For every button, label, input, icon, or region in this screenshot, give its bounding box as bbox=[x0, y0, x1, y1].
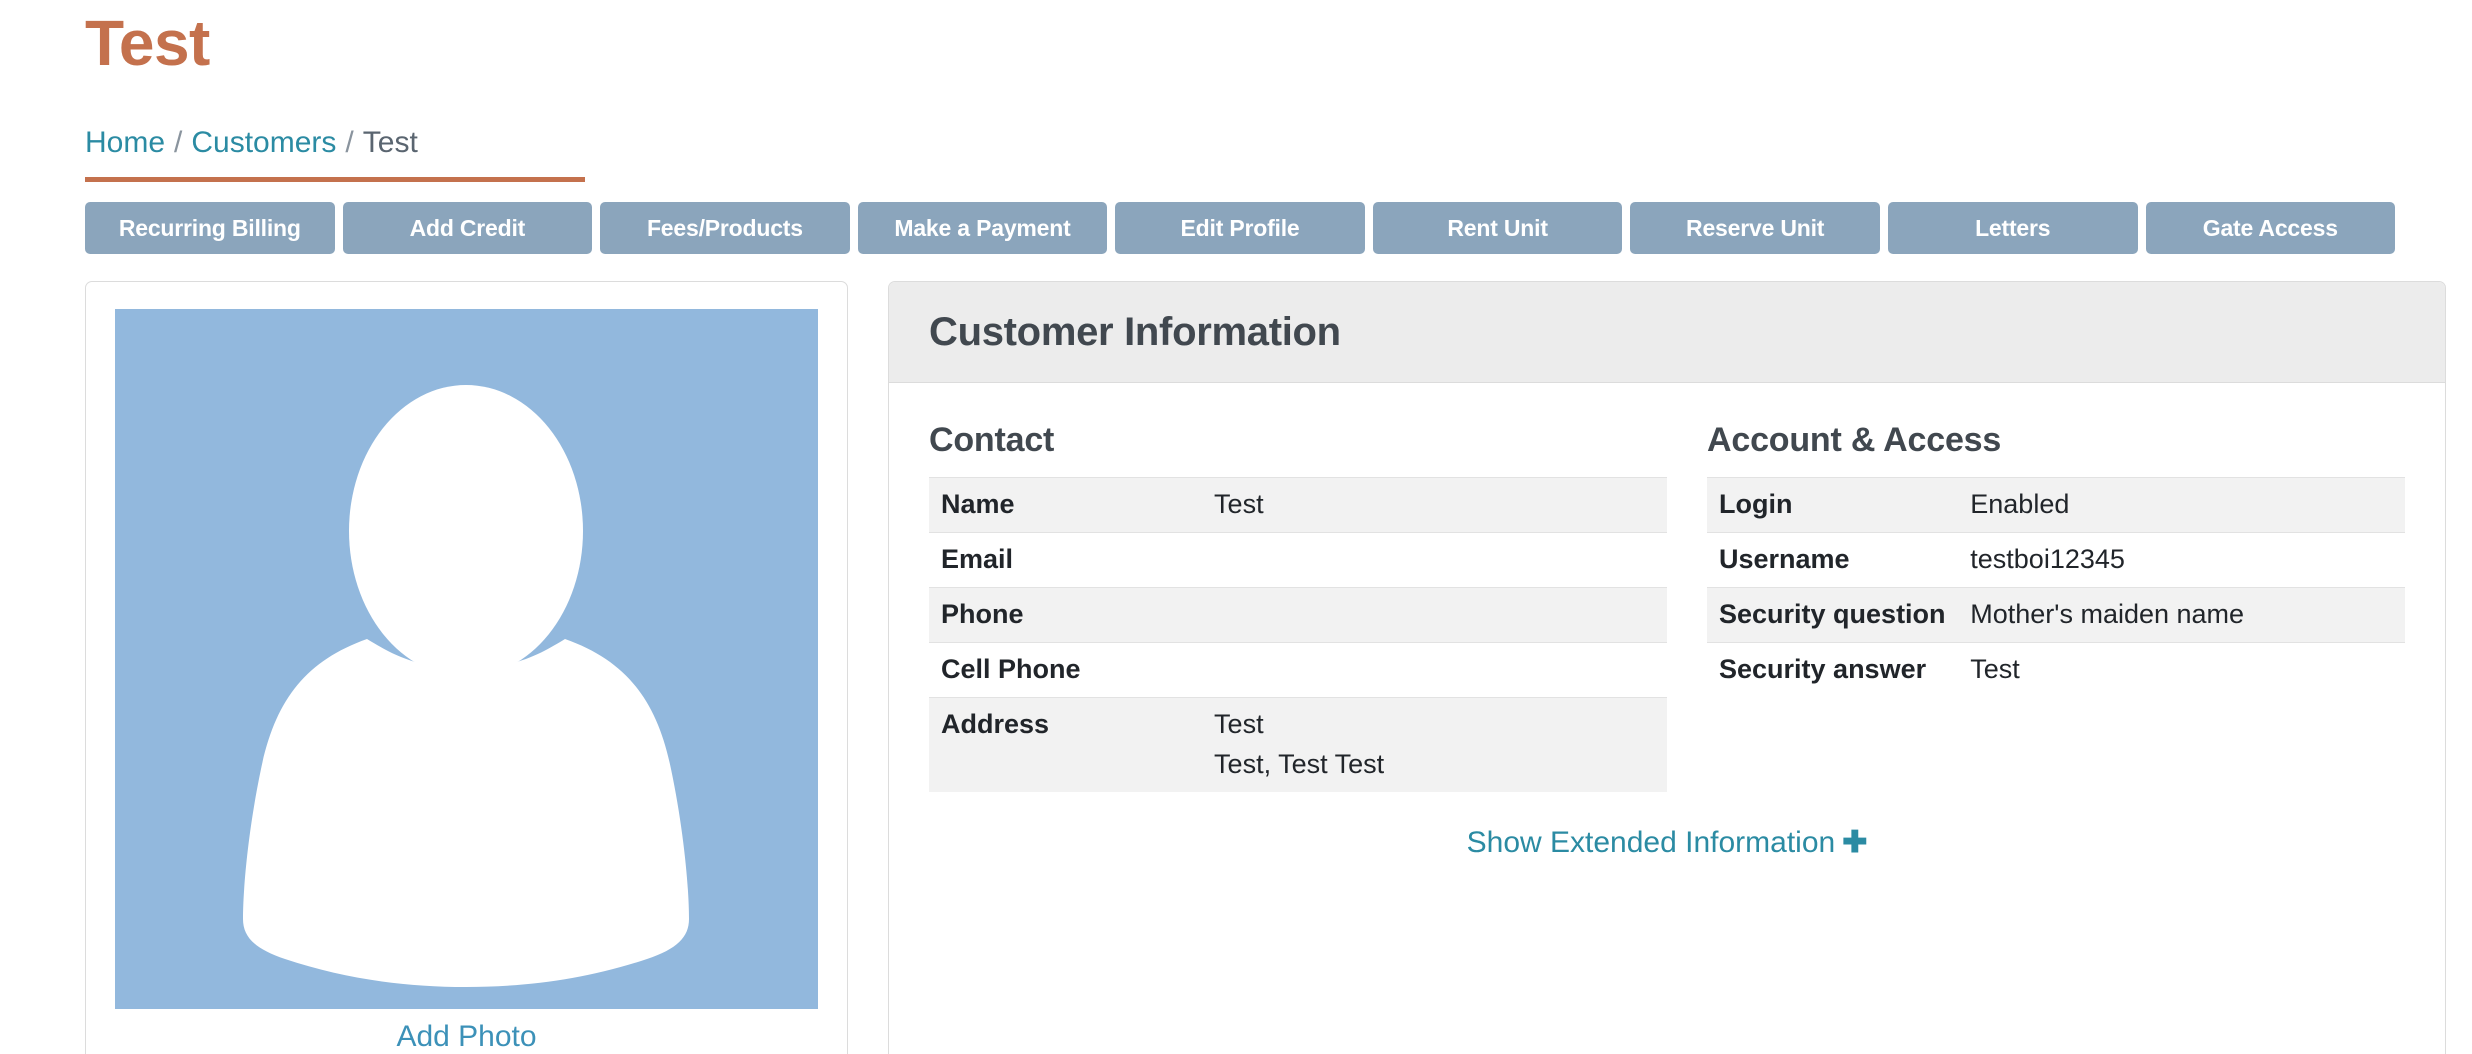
extended-information-row: Show Extended Information ✚ bbox=[929, 792, 2405, 860]
contact-label-email: Email bbox=[929, 532, 1203, 588]
breadcrumb-separator: / bbox=[174, 126, 183, 159]
account-label-username: Username bbox=[1707, 532, 1959, 588]
breadcrumb-link-home[interactable]: Home bbox=[85, 126, 165, 159]
table-row: Login Enabled bbox=[1707, 477, 2405, 533]
contact-label-address: Address bbox=[929, 697, 1203, 792]
page-title: Test bbox=[85, 7, 210, 79]
breadcrumb: Home / Customers / Test bbox=[85, 126, 418, 160]
toolbar-button-fees-products[interactable]: Fees/Products bbox=[600, 202, 850, 254]
toolbar-button-recurring-billing[interactable]: Recurring Billing bbox=[85, 202, 335, 254]
contact-label-phone: Phone bbox=[929, 587, 1203, 643]
table-row: Security answer Test bbox=[1707, 642, 2405, 697]
account-value-login: Enabled bbox=[1958, 477, 2405, 533]
table-row: Security question Mother's maiden name bbox=[1707, 587, 2405, 643]
customer-information-body: Contact Name Test Email Phone Cell Phone… bbox=[889, 383, 2445, 860]
table-row: Name Test bbox=[929, 477, 1667, 533]
avatar-placeholder[interactable] bbox=[115, 309, 818, 1009]
table-row: Cell Phone bbox=[929, 642, 1667, 698]
customer-information-title: Customer Information bbox=[929, 309, 1341, 354]
account-access-table: Login Enabled Username testboi12345 Secu… bbox=[1707, 477, 2405, 697]
address-line-1: Test bbox=[1214, 709, 1264, 739]
action-toolbar: Recurring Billing Add Credit Fees/Produc… bbox=[85, 202, 2396, 254]
account-label-login: Login bbox=[1707, 477, 1959, 533]
customer-detail-page: Test Home / Customers / Test Recurring Billi… bbox=[0, 0, 2472, 1054]
account-value-security-answer: Test bbox=[1958, 642, 2405, 697]
plus-icon: ✚ bbox=[1842, 826, 1868, 859]
show-extended-information-label: Show Extended Information bbox=[1466, 826, 1836, 859]
toolbar-button-gate-access[interactable]: Gate Access bbox=[2145, 202, 2396, 254]
breadcrumb-current: Test bbox=[362, 126, 418, 159]
toolbar-button-add-credit[interactable]: Add Credit bbox=[342, 202, 593, 254]
contact-label-name: Name bbox=[929, 477, 1203, 533]
customer-information-card: Customer Information Contact Name Test E… bbox=[888, 281, 2446, 1054]
account-label-security-question: Security question bbox=[1707, 587, 1959, 643]
toolbar-button-reserve-unit[interactable]: Reserve Unit bbox=[1630, 202, 1880, 254]
customer-photo-card: Add Photo bbox=[85, 281, 848, 1054]
account-access-section: Account & Access Login Enabled Username … bbox=[1667, 383, 2405, 792]
contact-table: Name Test Email Phone Cell Phone Address… bbox=[929, 477, 1667, 792]
breadcrumb-link-customers[interactable]: Customers bbox=[191, 126, 336, 159]
toolbar-button-letters[interactable]: Letters bbox=[1887, 202, 2138, 254]
customer-information-header: Customer Information bbox=[889, 282, 2445, 383]
table-row: Address Test Test, Test Test bbox=[929, 697, 1667, 792]
person-avatar-icon bbox=[243, 385, 689, 987]
contact-value-address: Test Test, Test Test bbox=[1202, 697, 1667, 792]
contact-section: Contact Name Test Email Phone Cell Phone… bbox=[929, 383, 1667, 792]
contact-value-cell-phone bbox=[1202, 642, 1667, 698]
table-row: Username testboi12345 bbox=[1707, 532, 2405, 588]
table-row: Email bbox=[929, 532, 1667, 588]
table-row: Phone bbox=[929, 587, 1667, 643]
contact-value-email bbox=[1202, 532, 1667, 588]
address-line-2: Test, Test Test bbox=[1214, 749, 1385, 779]
toolbar-button-make-a-payment[interactable]: Make a Payment bbox=[857, 202, 1108, 254]
title-underline-rule bbox=[85, 177, 585, 182]
toolbar-button-edit-profile[interactable]: Edit Profile bbox=[1115, 202, 1365, 254]
account-access-section-title: Account & Access bbox=[1707, 421, 2002, 459]
contact-section-title: Contact bbox=[929, 421, 1055, 459]
contact-value-phone bbox=[1202, 587, 1667, 643]
contact-label-cell-phone: Cell Phone bbox=[929, 642, 1203, 698]
toolbar-button-rent-unit[interactable]: Rent Unit bbox=[1372, 202, 1623, 254]
show-extended-information-link[interactable]: Show Extended Information ✚ bbox=[1467, 826, 1868, 859]
add-photo-link[interactable]: Add Photo bbox=[86, 1020, 847, 1054]
account-value-security-question: Mother's maiden name bbox=[1958, 587, 2405, 643]
account-label-security-answer: Security answer bbox=[1707, 642, 1959, 697]
breadcrumb-separator: / bbox=[345, 126, 354, 159]
contact-value-name: Test bbox=[1202, 477, 1667, 533]
account-value-username: testboi12345 bbox=[1958, 532, 2405, 588]
